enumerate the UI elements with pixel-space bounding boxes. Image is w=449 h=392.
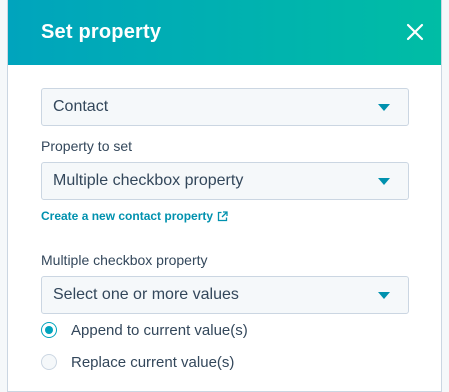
values-field-label: Multiple checkbox property [41, 252, 208, 268]
object-type-select[interactable]: Contact [41, 88, 409, 126]
close-button[interactable] [401, 18, 429, 46]
property-to-set-value: Multiple checkbox property [53, 172, 244, 189]
set-property-panel: Set property Contact Property to set Mul… [7, 0, 442, 392]
external-link-icon [217, 210, 228, 221]
values-placeholder: Select one or more values [53, 286, 239, 303]
close-icon [406, 23, 424, 41]
chevron-down-icon [378, 178, 390, 185]
property-to-set-select[interactable]: Multiple checkbox property [41, 162, 409, 200]
radio-replace-label: Replace current value(s) [71, 353, 235, 371]
object-type-value: Contact [53, 98, 109, 115]
radio-append-control[interactable] [41, 322, 57, 338]
chevron-down-icon [378, 104, 390, 111]
radio-append-label: Append to current value(s) [71, 321, 248, 339]
create-contact-property-link[interactable]: Create a new contact property [41, 209, 228, 223]
radio-append[interactable]: Append to current value(s) [41, 319, 248, 341]
property-to-set-label: Property to set [41, 138, 133, 154]
radio-replace-control[interactable] [41, 354, 57, 370]
radio-replace[interactable]: Replace current value(s) [41, 351, 234, 373]
create-contact-property-text: Create a new contact property [41, 209, 214, 223]
panel-title: Set property [41, 21, 162, 43]
values-select[interactable]: Select one or more values [41, 276, 409, 314]
chevron-down-icon [378, 292, 390, 299]
panel-header: Set property [8, 0, 441, 65]
